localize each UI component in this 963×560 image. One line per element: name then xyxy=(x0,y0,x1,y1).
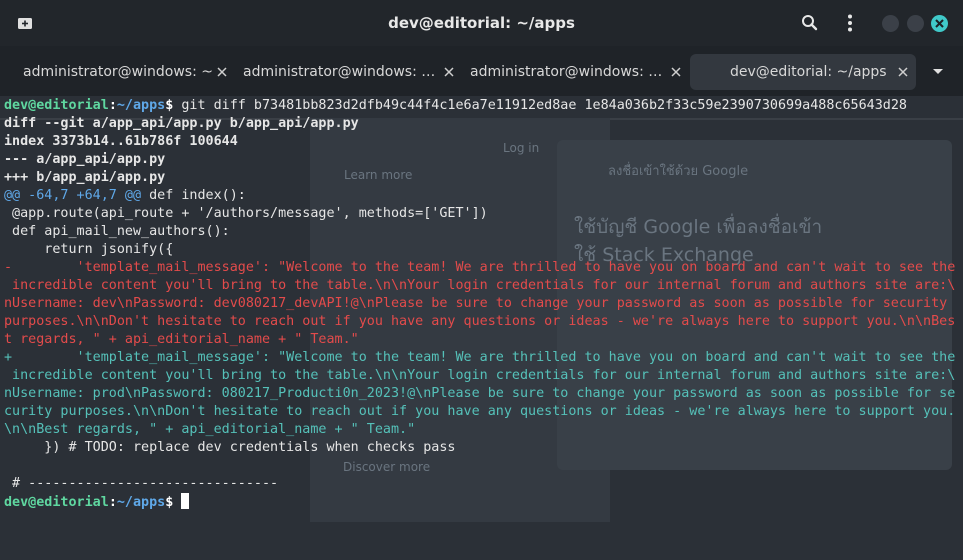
prompt-separator: : xyxy=(108,98,117,113)
context-line: @app.route(api_route + '/authors/message… xyxy=(4,206,488,221)
close-icon[interactable] xyxy=(931,15,948,32)
added-line: incredible content you'll bring to the t… xyxy=(4,368,956,383)
hunk-marker: @@ -64,7 +64,7 @@ xyxy=(4,188,142,203)
context-line: }) # TODO: replace dev credentials when … xyxy=(4,440,456,455)
kebab-menu-icon[interactable] xyxy=(840,13,860,33)
terminal-output[interactable]: dev@editorial:~/apps$ git diff b73481bb8… xyxy=(4,97,963,557)
tab-label: administrator@windows: ~ xyxy=(23,64,213,80)
search-icon[interactable] xyxy=(800,13,820,33)
prompt-user-host: dev@editorial xyxy=(4,98,109,113)
removed-line: purposes.\n\nDon't hesitate to reach out… xyxy=(4,314,956,329)
tab-close-icon[interactable] xyxy=(443,54,455,90)
tab-bar: administrator@windows: ~ administrator@w… xyxy=(0,46,963,96)
tab-label: administrator@windows: … xyxy=(470,64,663,80)
active-prompt-line[interactable]: dev@editorial:~/apps$ xyxy=(4,493,963,511)
diff-index-line: index 3373b14..61b786f 100644 xyxy=(4,134,238,149)
context-line: # ------------------------------- xyxy=(4,476,279,491)
title-bar: dev@editorial: ~/apps xyxy=(0,0,963,46)
context-line: def api_mail_new_authors(): xyxy=(4,224,230,239)
tab-label: dev@editorial: ~/apps xyxy=(730,64,887,80)
diff-new-file-line: +++ b/app_api/app.py xyxy=(4,170,166,185)
added-line: curity purposes.\n\nDon't hesitate to re… xyxy=(4,404,956,419)
removed-line: - 'template_mail_message': "Welcome to t… xyxy=(4,260,956,275)
removed-line: nUsername: dev\nPassword: dev080217_devA… xyxy=(4,296,948,311)
maximize-icon[interactable] xyxy=(907,15,924,32)
added-line: + 'template_mail_message': "Welcome to t… xyxy=(4,350,956,365)
removed-line: incredible content you'll bring to the t… xyxy=(4,278,956,293)
added-line: \n\nBest regards, " + api_editorial_name… xyxy=(4,422,416,437)
prompt-path: ~/apps xyxy=(116,495,166,510)
context-line: return jsonify({ xyxy=(4,242,174,257)
text-cursor xyxy=(181,493,190,509)
minimize-icon[interactable] xyxy=(882,15,899,32)
tab-administrator-2[interactable]: administrator@windows: … xyxy=(231,54,458,90)
prompt-user-host: dev@editorial xyxy=(4,495,109,510)
removed-line: t regards, " + api_editorial_name + " Te… xyxy=(4,332,359,347)
hunk-context: def index(): xyxy=(141,188,246,203)
added-line: nUsername: prod\nPassword: 080217_Produc… xyxy=(4,386,956,401)
tab-administrator-1[interactable]: administrator@windows: ~ xyxy=(11,54,231,90)
prompt-separator: : xyxy=(108,495,117,510)
tab-administrator-3[interactable]: administrator@windows: … xyxy=(458,54,686,90)
command-line: dev@editorial:~/apps$ git diff b73481bb8… xyxy=(4,97,963,115)
prompt-path: ~/apps xyxy=(116,98,166,113)
tab-close-icon[interactable] xyxy=(897,54,909,90)
command-text: git diff b73481bb823d2dfb49c44f4c1e6a7e1… xyxy=(173,98,907,113)
diff-header-line: diff --git a/app_api/app.py b/app_api/ap… xyxy=(4,116,359,131)
tab-dev-editorial[interactable]: dev@editorial: ~/apps xyxy=(690,54,916,90)
tab-menu-chevron-down-icon[interactable] xyxy=(930,63,946,79)
tab-close-icon[interactable] xyxy=(670,54,682,90)
tab-label: administrator@windows: … xyxy=(243,64,436,80)
tab-close-icon[interactable] xyxy=(216,54,228,90)
hunk-header-line: @@ -64,7 +64,7 @@ def index(): xyxy=(4,187,963,205)
diff-old-file-line: --- a/app_api/app.py xyxy=(4,152,166,167)
